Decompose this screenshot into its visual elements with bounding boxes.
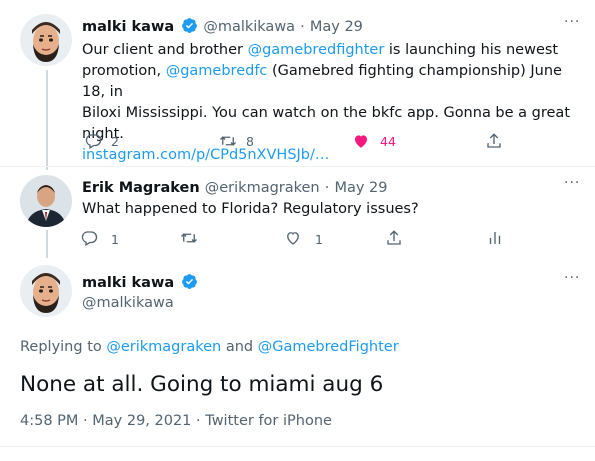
divider (0, 446, 595, 447)
like-icon[interactable] (352, 132, 370, 150)
author-name[interactable]: malki kawa (82, 19, 174, 35)
mention-link[interactable]: @gamebredfc (166, 63, 268, 79)
main-tweet-text: None at all. Going to miami aug 6 (20, 372, 384, 397)
like-icon[interactable] (284, 229, 302, 247)
mention-link[interactable]: @gamebredfighter (248, 42, 385, 58)
thread-connector (46, 230, 48, 258)
share-icon[interactable] (485, 132, 503, 150)
author-handle[interactable]: @erikmagraken (205, 180, 320, 196)
reply-icon[interactable] (84, 132, 102, 150)
analytics-icon[interactable] (486, 229, 504, 247)
author-handle[interactable]: @malkikawa (82, 295, 174, 311)
reply-count: 1 (111, 232, 119, 247)
verified-badge-icon (181, 273, 198, 294)
tweet-date[interactable]: May 29 (334, 180, 387, 196)
replying-and: and (221, 339, 258, 355)
text-segment: Our client and brother (82, 42, 248, 58)
retweet-icon[interactable] (219, 132, 237, 150)
avatar[interactable] (20, 265, 72, 317)
more-icon[interactable]: ··· (564, 175, 580, 191)
tweet-date[interactable]: May 29 (310, 19, 363, 35)
divider (0, 166, 595, 167)
text-segment: Biloxi Mississippi. You can watch on the… (82, 105, 571, 142)
reply-count: 2 (111, 134, 119, 149)
tweet-timestamp[interactable]: 4:58 PM · May 29, 2021 · Twitter for iPh… (20, 413, 332, 429)
retweet-icon[interactable] (180, 229, 198, 247)
mention-link[interactable]: @GamebredFighter (258, 339, 399, 355)
external-link[interactable]: instagram.com/p/CPd5nXVHSJb/… (82, 145, 582, 166)
author-name[interactable]: Erik Magraken (82, 180, 200, 196)
tweet-text: What happened to Florida? Regulatory iss… (82, 201, 419, 217)
avatar[interactable] (20, 175, 72, 227)
more-icon[interactable]: ··· (564, 270, 580, 286)
like-count: 1 (315, 232, 323, 247)
thread-connector (46, 70, 48, 170)
replying-prefix: Replying to (20, 339, 107, 355)
retweet-count: 8 (246, 134, 254, 149)
reply-icon[interactable] (80, 229, 98, 247)
author-handle[interactable]: @malkikawa (203, 19, 295, 35)
more-icon[interactable]: ··· (564, 14, 580, 30)
tweet-text: Our client and brother @gamebredfighter … (82, 40, 582, 166)
text-segment: is launching his newest (384, 42, 559, 58)
avatar[interactable] (20, 14, 72, 66)
author-name[interactable]: malki kawa (82, 275, 174, 291)
text-segment: promotion, (82, 63, 166, 79)
separator-dot: · (300, 19, 305, 35)
verified-badge-icon (181, 17, 198, 38)
separator-dot: · (324, 180, 330, 196)
share-icon[interactable] (385, 229, 403, 247)
replying-to: Replying to @erikmagraken and @GamebredF… (20, 339, 399, 355)
like-count: 44 (380, 134, 396, 149)
mention-link[interactable]: @erikmagraken (106, 339, 221, 355)
